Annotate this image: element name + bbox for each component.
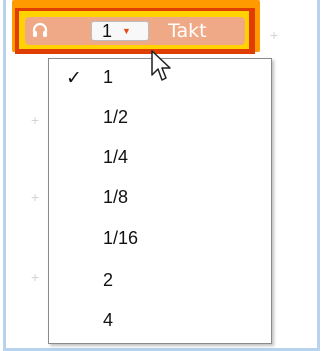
timing-block[interactable]: 1 ▼ Takt: [25, 17, 245, 45]
grid-plus-icon: +: [270, 27, 279, 43]
grid-plus-icon: +: [31, 269, 40, 285]
dropdown-menu: ✓ 1 1/2 1/4 1/8 1/16 2 4: [48, 58, 272, 344]
menu-item[interactable]: 1/8: [49, 179, 271, 215]
arrow-cursor-icon: [151, 50, 171, 81]
workspace-frame-right: [317, 0, 320, 351]
menu-item-label: 4: [103, 310, 114, 330]
menu-item[interactable]: 4: [49, 302, 271, 338]
menu-item-label: 1/2: [103, 107, 129, 127]
checkmark-icon: ✓: [66, 67, 82, 89]
menu-item[interactable]: 1/4: [49, 139, 271, 175]
value-dropdown-field[interactable]: 1 ▼: [91, 21, 149, 41]
menu-item[interactable]: 1/2: [49, 99, 271, 135]
grid-plus-icon: +: [31, 189, 40, 205]
caret-down-icon: ▼: [122, 26, 131, 36]
block-label: Takt: [168, 20, 207, 42]
menu-item-label: 1/16: [103, 228, 139, 248]
menu-item[interactable]: 1/16: [49, 220, 271, 256]
grid-plus-icon: +: [31, 112, 40, 128]
menu-item-label: 1: [103, 67, 114, 87]
dropdown-selected-value: 1: [102, 20, 113, 41]
workspace-frame-left: [3, 0, 6, 351]
menu-item[interactable]: 2: [49, 262, 271, 298]
menu-item-label: 2: [103, 270, 114, 290]
menu-item-label: 1/8: [103, 187, 129, 207]
headphones-icon: [32, 22, 48, 37]
menu-item-label: 1/4: [103, 147, 129, 167]
